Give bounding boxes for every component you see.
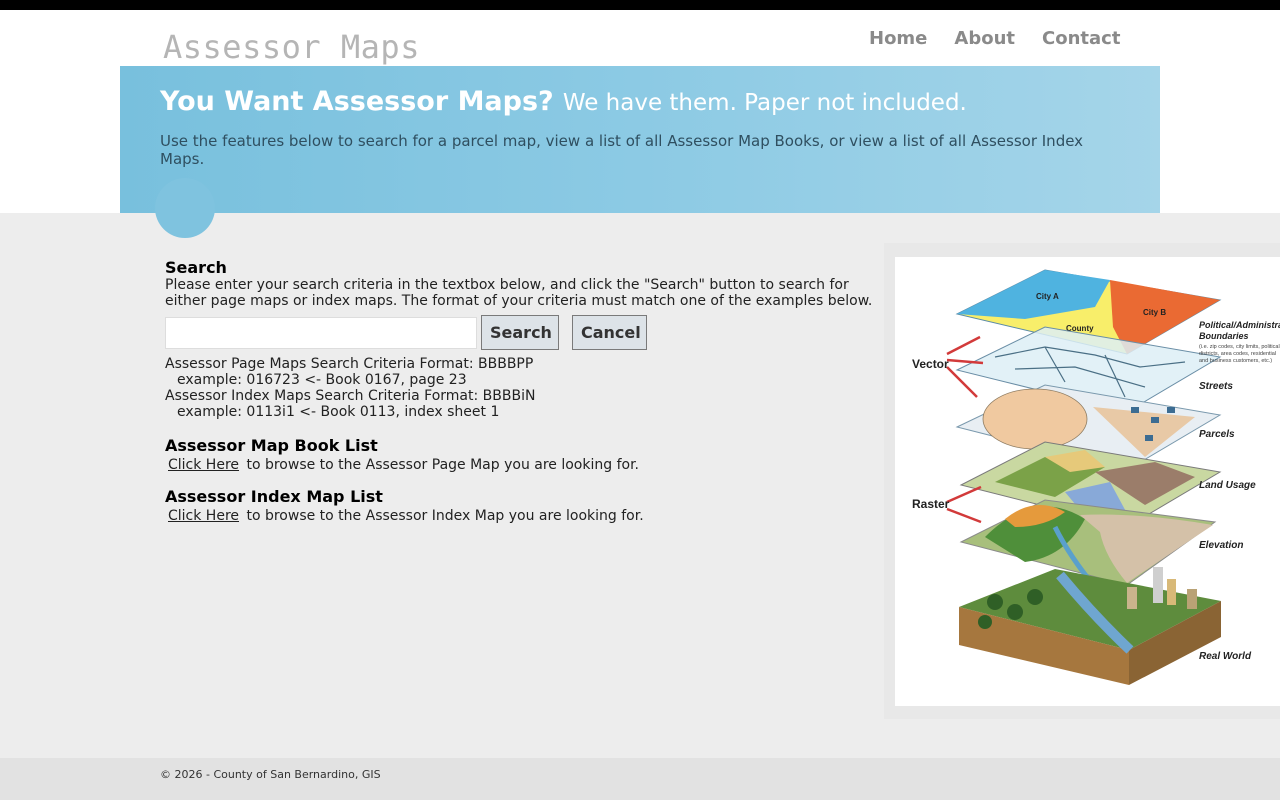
nav-home[interactable]: Home [869, 28, 927, 49]
tree [1027, 589, 1043, 605]
index-map-list-link[interactable]: Click Here [165, 508, 242, 524]
search-input[interactable] [165, 316, 477, 349]
cancel-button[interactable]: Cancel [572, 315, 647, 350]
index-map-list-section: Assessor Index Map List Click Here to br… [165, 488, 644, 525]
building [1187, 589, 1197, 609]
raster-arrows [946, 485, 982, 524]
city-a-label: City A [1036, 292, 1059, 301]
tree [987, 594, 1003, 610]
index-map-example: example: 0113i1 <- Book 0113, index shee… [177, 404, 500, 420]
tree [978, 615, 992, 629]
index-map-list-suffix: to browse to the Assessor Index Map you … [246, 508, 644, 524]
streets-label: Streets [1199, 381, 1233, 392]
real-world-label: Real World [1199, 651, 1252, 662]
top-bar [0, 0, 1280, 10]
raster-label: Raster [912, 497, 950, 511]
search-row: Search Cancel [165, 315, 647, 350]
map-book-list-link[interactable]: Click Here [165, 457, 242, 473]
page-map-format: Assessor Page Maps Search Criteria Forma… [165, 356, 534, 372]
index-map-format: Assessor Index Maps Search Criteria Form… [165, 388, 536, 404]
footer: © 2026 - County of San Bernardino, GIS [0, 758, 1280, 800]
map-book-list-title: Assessor Map Book List [165, 436, 378, 455]
nav-contact[interactable]: Contact [1042, 28, 1120, 49]
boundaries-note-2: districts, area codes, residential [1199, 351, 1276, 357]
main-nav: Home About Contact [869, 28, 1120, 49]
city-b-label: City B [1143, 308, 1166, 317]
hero-description: Use the features below to search for a p… [160, 132, 1084, 168]
gis-layers-illustration: City A City B County Vector Raster Polit… [895, 257, 1280, 706]
map-book-list-line: Click Here to browse to the Assessor Pag… [165, 456, 639, 474]
parcel-block [1151, 417, 1159, 423]
hero-title-light: We have them. Paper not included. [562, 90, 967, 116]
gis-layers-svg: City A City B County Vector Raster Polit… [912, 269, 1280, 685]
search-section: Search Please enter your search criteria… [165, 258, 885, 310]
search-button[interactable]: Search [481, 315, 559, 350]
page-map-example: example: 016723 <- Book 0167, page 23 [177, 372, 467, 388]
boundaries-note-3: and business customers, etc.) [1199, 358, 1272, 364]
building [1167, 579, 1176, 605]
index-map-list-line: Click Here to browse to the Assessor Ind… [165, 507, 644, 525]
building [1127, 587, 1137, 609]
boundaries-note-1: (i.e. zip codes, city limits, political [1199, 344, 1280, 350]
nav-about[interactable]: About [954, 28, 1015, 49]
parcel-block [1131, 407, 1139, 413]
hero-title: You Want Assessor Maps? We have them. Pa… [160, 86, 967, 117]
hero-title-strong: You Want Assessor Maps? [160, 86, 554, 117]
speech-bubble-tail [155, 178, 215, 238]
building [1153, 567, 1163, 603]
hero-banner: You Want Assessor Maps? We have them. Pa… [120, 66, 1160, 213]
site-title[interactable]: Assessor Maps [163, 28, 420, 66]
tree [1007, 604, 1023, 620]
search-formats: Assessor Page Maps Search Criteria Forma… [165, 356, 535, 420]
index-map-list-title: Assessor Index Map List [165, 487, 383, 506]
parcel-block [1145, 435, 1153, 441]
boundaries-label: Boundaries [1199, 331, 1249, 341]
footer-copyright: © 2026 - County of San Bernardino, GIS [160, 768, 381, 781]
land-usage-label: Land Usage [1199, 480, 1256, 491]
parcel-block [1167, 407, 1175, 413]
political-label: Political/Administrative [1199, 320, 1280, 330]
parcels-label: Parcels [1199, 429, 1235, 440]
search-instructions: Please enter your search criteria in the… [165, 277, 873, 309]
map-book-list-suffix: to browse to the Assessor Page Map you a… [246, 457, 639, 473]
map-book-list-section: Assessor Map Book List Click Here to bro… [165, 437, 639, 474]
vector-label: Vector [912, 357, 949, 371]
elevation-label: Elevation [1199, 540, 1243, 551]
search-title: Search [165, 258, 227, 277]
gis-layers-figure: City A City B County Vector Raster Polit… [884, 243, 1280, 719]
parcel-hill [982, 388, 1088, 450]
